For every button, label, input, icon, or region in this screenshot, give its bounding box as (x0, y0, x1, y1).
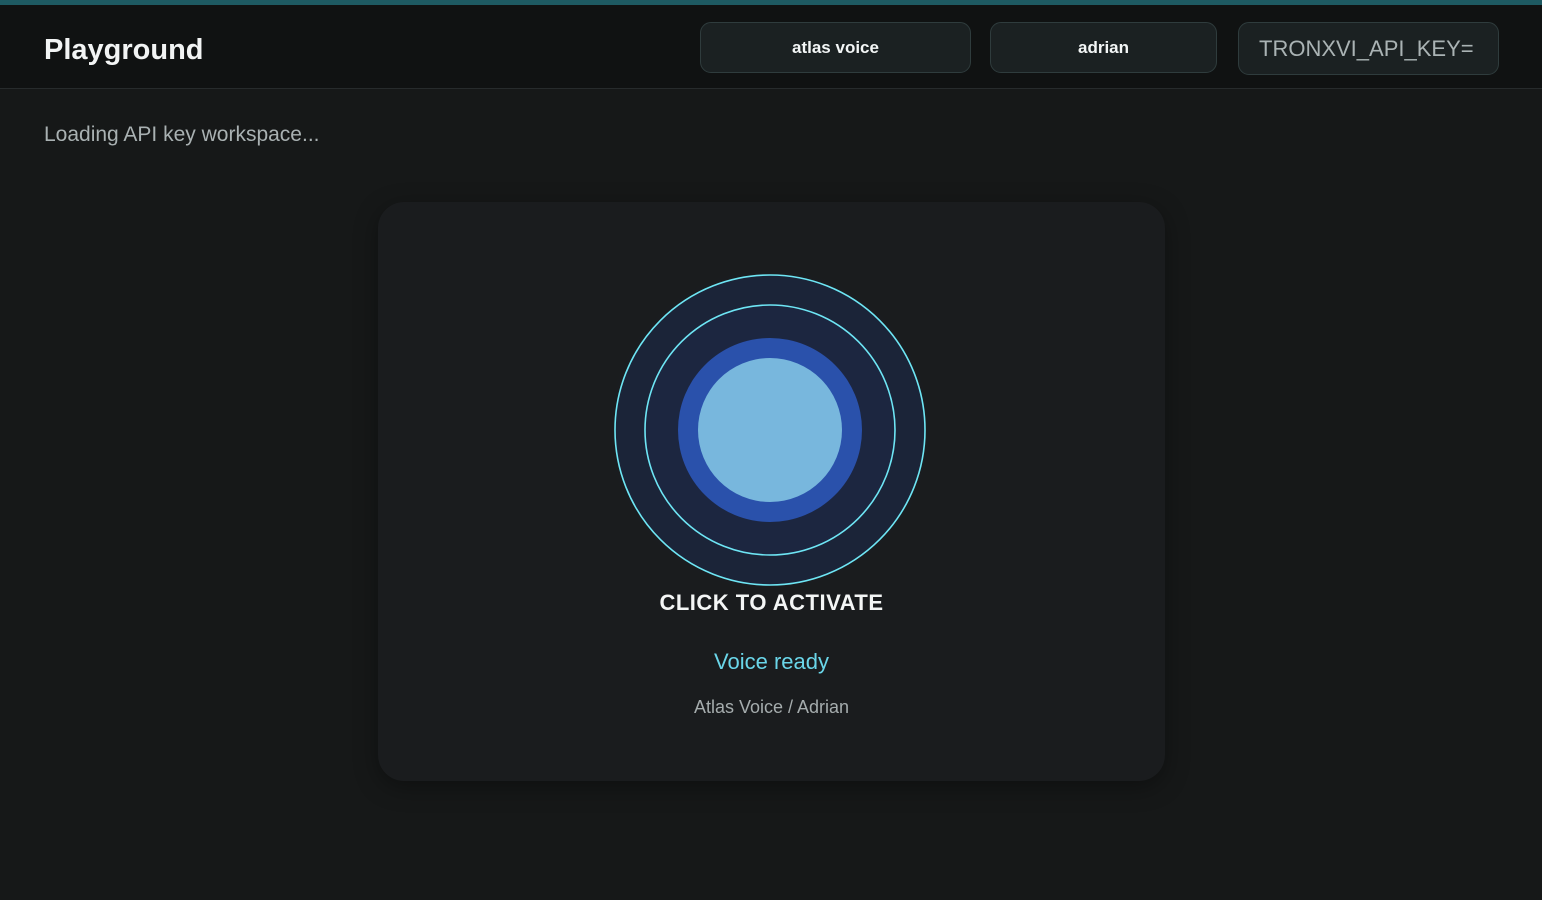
activate-label[interactable]: CLICK TO ACTIVATE (378, 590, 1165, 616)
api-key-input[interactable] (1238, 22, 1499, 75)
orb-inner-disc (698, 358, 842, 502)
app-header: Playground atlas voice adrian (0, 5, 1542, 89)
model-selector-button[interactable]: atlas voice (700, 22, 971, 73)
voice-orb-button[interactable] (600, 260, 940, 600)
page-title: Playground (44, 34, 204, 66)
voice-status-text: Voice ready (714, 649, 829, 674)
loading-status-text: Loading API key workspace... (44, 123, 320, 146)
voice-selector-button[interactable]: adrian (990, 22, 1217, 73)
voice-orb-icon (602, 262, 938, 598)
voice-card: CLICK TO ACTIVATE Voice ready Atlas Voic… (378, 202, 1165, 781)
voice-meta-text: Atlas Voice / Adrian (693, 697, 850, 717)
